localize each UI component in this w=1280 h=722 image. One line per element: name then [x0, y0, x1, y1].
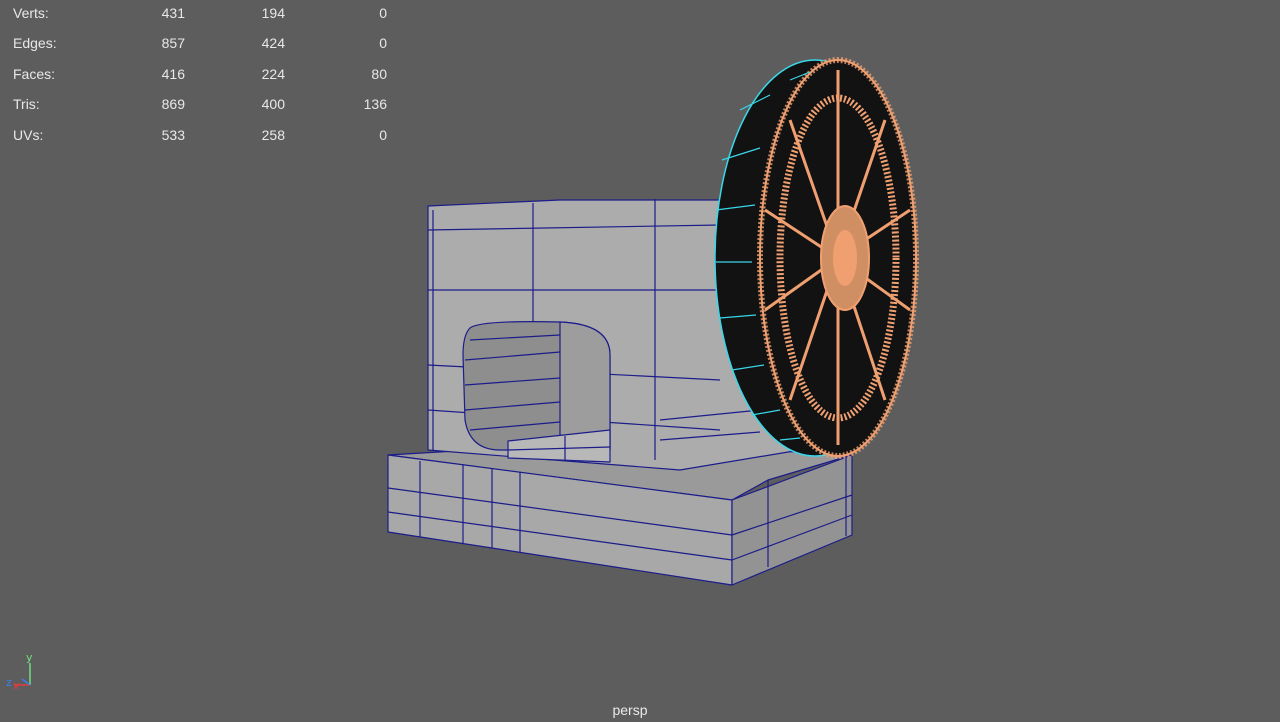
hud-value: 431 — [161, 5, 185, 21]
hud-row-uvs: UVs: 533 258 0 — [0, 127, 400, 147]
hud-value: 416 — [161, 66, 185, 82]
axis-y-label: y — [26, 651, 33, 664]
hud-value: 533 — [161, 127, 185, 143]
hud-label: Faces: — [13, 66, 56, 82]
hud-row-verts: Verts: 431 194 0 — [0, 5, 400, 25]
hud-label: Tris: — [13, 96, 40, 112]
hud-label: Verts: — [13, 5, 49, 21]
hud-value: 258 — [261, 127, 285, 143]
wheel-mesh-selected[interactable] — [714, 57, 919, 459]
hud-value: 0 — [379, 127, 387, 143]
poly-count-hud: Verts: 431 194 0 Edges: 857 424 0 Faces:… — [0, 0, 400, 150]
hud-value: 194 — [261, 5, 285, 21]
hud-row-tris: Tris: 869 400 136 — [0, 96, 400, 116]
hud-value: 869 — [161, 96, 185, 112]
hud-value: 0 — [379, 5, 387, 21]
hud-value: 424 — [261, 35, 285, 51]
hud-label: Edges: — [13, 35, 57, 51]
hud-value: 80 — [371, 66, 387, 82]
hud-value: 136 — [363, 96, 387, 112]
hud-value: 400 — [261, 96, 285, 112]
axis-z-label: z — [6, 676, 12, 689]
persp-viewport[interactable]: Verts: 431 194 0 Edges: 857 424 0 Faces:… — [0, 0, 1280, 722]
hud-label: UVs: — [13, 127, 44, 143]
hud-row-edges: Edges: 857 424 0 — [0, 35, 400, 55]
hud-value: 224 — [261, 66, 285, 82]
view-axis-gizmo: y z x — [6, 651, 33, 692]
hud-value: 0 — [379, 35, 387, 51]
hud-row-faces: Faces: 416 224 80 — [0, 66, 400, 86]
axis-x-label: x — [13, 679, 20, 692]
camera-name-label: persp — [612, 702, 648, 718]
hud-value: 857 — [161, 35, 185, 51]
